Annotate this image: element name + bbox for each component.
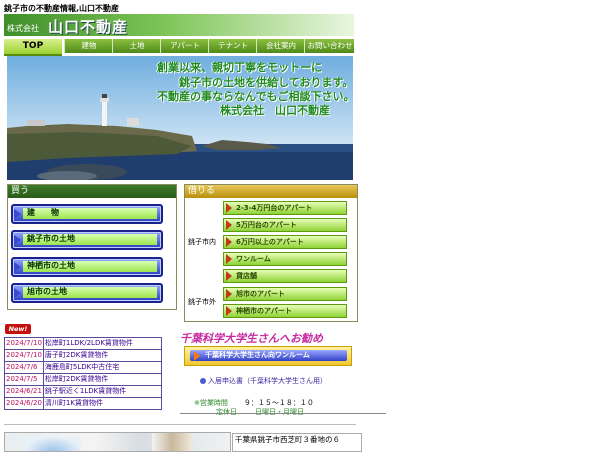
- site-logo[interactable]: 株式会社 山口不動産: [4, 14, 354, 36]
- main-nav: TOP 建物 土地 アパート テナント 会社案内 お問い合わせ: [4, 39, 354, 56]
- news-date: 2024/7/10: [4, 349, 44, 362]
- buy-panel: 買う 建 物 銚子市の土地 神栖市の土地 旭市の土地: [7, 184, 177, 310]
- rent-apartment-6-button[interactable]: 6万円以上のアパート: [223, 235, 347, 249]
- button-label: 神栖市のアパート: [236, 307, 292, 315]
- nav-item-buildings[interactable]: 建物: [64, 39, 113, 53]
- button-label: 千葉科学大学生さん向ワンルーム: [205, 351, 310, 359]
- hero-line-1: 創業以来、親切丁寧をモットーに: [157, 61, 322, 74]
- company-address: 千葉県銚子市西芝町３番地の６: [232, 433, 362, 452]
- footer-photo-sky: [25, 437, 81, 451]
- new-badge: New!: [5, 324, 31, 334]
- button-label: 旭市の土地: [27, 287, 67, 296]
- buy-asahi-land-button[interactable]: 旭市の土地: [11, 283, 163, 303]
- rent-asahi-apartment-button[interactable]: 旭市のアパート: [223, 287, 347, 301]
- nav-bar: 建物 土地 アパート テナント 会社案内 お問い合わせ: [64, 39, 354, 53]
- buy-kamisu-land-button[interactable]: 神栖市の土地: [11, 257, 163, 277]
- news-link[interactable]: 銚子駅近く1LDK賃貸物件: [42, 385, 163, 398]
- nav-item-tenants[interactable]: テナント: [208, 39, 257, 53]
- table-row: 2024/6/20 清川町1K賃貸物件: [4, 397, 163, 410]
- button-label: 貸店舗: [236, 272, 257, 280]
- news-date: 2024/7/5: [4, 373, 44, 386]
- table-row: 2024/6/21 銚子駅近く1LDK賃貸物件: [4, 385, 163, 398]
- hero-banner: 創業以来、親切丁寧をモットーに 銚子市の土地を供給しております。 不動産の事なら…: [7, 56, 353, 180]
- arrow-right-icon: [226, 254, 232, 264]
- closed-days: 定休日 日曜日・月曜日: [216, 407, 304, 417]
- rent-apartment-5-button[interactable]: 5万円台のアパート: [223, 218, 347, 232]
- student-one-room-button[interactable]: 千葉科学大学生さん向ワンルーム: [184, 346, 352, 366]
- news-table: 2024/7/10 松岸町1LDK/2LDK賃貸物件 2024/7/10 唐子町…: [4, 337, 163, 410]
- closed-value: 日曜日・月曜日: [255, 408, 304, 416]
- logo-name: 山口不動産: [48, 18, 129, 36]
- news-link[interactable]: 唐子町2DK賃貸物件: [42, 349, 163, 362]
- news-date: 2024/6/21: [4, 385, 44, 398]
- button-label: 神栖市の土地: [27, 261, 75, 270]
- buy-choshi-land-button[interactable]: 銚子市の土地: [11, 230, 163, 250]
- button-label: 6万円以上のアパート: [236, 238, 304, 246]
- hero-line-4: 株式会社 山口不動産: [220, 104, 330, 117]
- news-link[interactable]: 松岸町2DK賃貸物件: [42, 373, 163, 386]
- nav-item-apartments[interactable]: アパート: [160, 39, 209, 53]
- news-date: 2024/6/20: [4, 397, 44, 410]
- news-link[interactable]: 海鹿島町5LDK中古住宅: [42, 361, 163, 374]
- nav-item-land[interactable]: 土地: [112, 39, 161, 53]
- arrow-right-icon: [14, 262, 21, 272]
- button-label: ワンルーム: [236, 255, 271, 263]
- rent-group-choshi: 銚子市内: [188, 238, 216, 246]
- closed-label: 定休日: [216, 408, 237, 416]
- divider: [180, 413, 386, 414]
- rent-panel: 借りる 銚子市内 銚子市外 2-3-4万円台のアパート 5万円台のアパート 6万…: [184, 184, 358, 322]
- arrow-right-icon: [226, 306, 232, 316]
- nav-item-company[interactable]: 会社案内: [256, 39, 305, 53]
- table-row: 2024/7/10 松岸町1LDK/2LDK賃貸物件: [4, 337, 163, 350]
- hours-label: ※営業時間: [194, 399, 228, 407]
- arrow-right-icon: [194, 351, 200, 361]
- rent-header: 借りる: [185, 185, 357, 198]
- divider: [4, 424, 356, 425]
- rent-group-outside: 銚子市外: [188, 298, 216, 306]
- rent-shop-button[interactable]: 貸店舗: [223, 269, 347, 283]
- promo-title: 千葉科学大学生さんへお勧め: [180, 332, 323, 345]
- news-date: 2024/7/6: [4, 361, 44, 374]
- application-form-label: 入居申込書（千葉科学大学生さん用）: [208, 377, 327, 385]
- bullet-icon: [200, 378, 206, 384]
- table-row: 2024/7/6 海鹿島町5LDK中古住宅: [4, 361, 163, 374]
- arrow-right-icon: [226, 271, 232, 281]
- logo-company-type: 株式会社: [7, 24, 39, 33]
- page-title: 銚子市の不動産情報,山口不動産: [4, 4, 120, 13]
- arrow-right-icon: [14, 235, 21, 245]
- table-row: 2024/7/10 唐子町2DK賃貸物件: [4, 349, 163, 362]
- buy-header: 買う: [8, 185, 176, 198]
- rent-apartment-2-4-button[interactable]: 2-3-4万円台のアパート: [223, 201, 347, 215]
- arrow-right-icon: [226, 220, 232, 230]
- button-label: 2-3-4万円台のアパート: [236, 204, 313, 212]
- rent-kamisu-apartment-button[interactable]: 神栖市のアパート: [223, 304, 347, 318]
- button-label: 旭市のアパート: [236, 290, 285, 298]
- arrow-right-icon: [14, 209, 21, 219]
- arrow-right-icon: [226, 289, 232, 299]
- arrow-right-icon: [226, 237, 232, 247]
- table-row: 2024/7/5 松岸町2DK賃貸物件: [4, 373, 163, 386]
- hours-value: ９：１５～１８：１０: [243, 399, 314, 407]
- rent-one-room-button[interactable]: ワンルーム: [223, 252, 347, 266]
- button-label: 5万円台のアパート: [236, 221, 297, 229]
- button-label: 建 物: [27, 208, 59, 217]
- application-form-link[interactable]: 入居申込書（千葉科学大学生さん用）: [200, 376, 327, 386]
- footer-photo: [4, 432, 231, 452]
- buy-buildings-button[interactable]: 建 物: [11, 204, 163, 224]
- nav-item-contact[interactable]: お問い合わせ: [304, 39, 355, 53]
- footer-photo-strip: [152, 433, 192, 451]
- button-label: 銚子市の土地: [27, 234, 75, 243]
- news-link[interactable]: 松岸町1LDK/2LDK賃貸物件: [42, 337, 163, 350]
- arrow-right-icon: [14, 288, 21, 298]
- news-link[interactable]: 清川町1K賃貸物件: [42, 397, 163, 410]
- news-date: 2024/7/10: [4, 337, 44, 350]
- nav-top[interactable]: TOP: [4, 39, 62, 56]
- arrow-right-icon: [226, 203, 232, 213]
